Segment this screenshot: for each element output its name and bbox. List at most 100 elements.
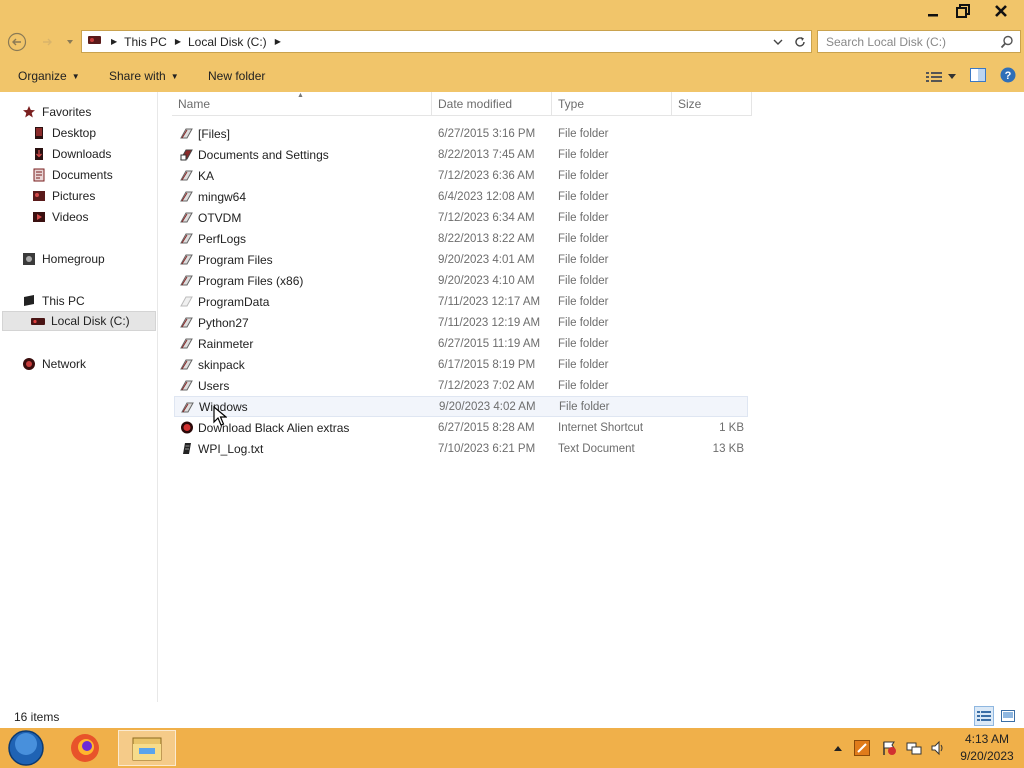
pc-location-icon xyxy=(87,34,103,49)
file-row[interactable]: mingw64 6/4/2023 12:08 AM File folder xyxy=(174,186,748,207)
nav-this-pc[interactable]: This PC xyxy=(22,291,85,311)
star-icon xyxy=(23,106,35,118)
preview-pane-button[interactable] xyxy=(970,68,986,85)
file-row[interactable]: OTVDM 7/12/2023 6:34 AM File folder xyxy=(174,207,748,228)
nav-network-label: Network xyxy=(42,357,87,371)
nav-desktop[interactable]: Desktop xyxy=(32,123,96,143)
breadcrumb-separator-icon[interactable]: ▶ xyxy=(275,37,281,46)
column-header-size[interactable]: Size xyxy=(672,92,752,116)
file-name: ProgramData xyxy=(198,294,270,309)
folder-icon xyxy=(180,275,193,286)
breadcrumb-separator-icon[interactable]: ▶ xyxy=(175,37,181,46)
file-date: 7/11/2023 12:17 AM xyxy=(438,295,541,308)
file-name: Program Files (x86) xyxy=(198,273,304,288)
forward-button[interactable] xyxy=(37,32,57,52)
search-input[interactable]: Search Local Disk (C:) xyxy=(817,30,1021,53)
refresh-button[interactable] xyxy=(789,36,811,48)
large-icons-view-button[interactable] xyxy=(998,706,1018,726)
tray-app-icon xyxy=(854,740,870,756)
organize-menu[interactable]: Organize ▼ xyxy=(18,69,80,83)
change-view-button[interactable] xyxy=(926,71,956,83)
file-row[interactable]: Documents and Settings 8/22/2013 7:45 AM… xyxy=(174,144,748,165)
file-row[interactable]: Users 7/12/2023 7:02 AM File folder xyxy=(174,375,748,396)
nav-videos-label: Videos xyxy=(52,210,89,224)
folder-icon xyxy=(180,170,193,181)
nav-documents[interactable]: Documents xyxy=(32,165,113,185)
internet-shortcut-icon xyxy=(181,421,193,434)
folder-icon xyxy=(181,402,194,413)
file-row-hovered[interactable]: Windows 9/20/2023 4:02 AM File folder xyxy=(174,396,748,417)
large-icons-view-icon xyxy=(1001,710,1015,722)
file-type: File folder xyxy=(558,337,609,350)
file-row[interactable]: ProgramData 7/11/2023 12:17 AM File fold… xyxy=(174,291,748,312)
nav-local-disk[interactable]: Local Disk (C:) xyxy=(2,311,156,331)
file-row[interactable]: Python27 7/11/2023 12:19 AM File folder xyxy=(174,312,748,333)
item-count: 16 items xyxy=(14,710,60,724)
folder-shortcut-icon xyxy=(180,149,193,161)
breadcrumb-separator-icon[interactable]: ▶ xyxy=(111,37,117,46)
share-with-menu[interactable]: Share with ▼ xyxy=(109,69,179,83)
documents-icon xyxy=(33,168,45,182)
firefox-taskbar-button[interactable] xyxy=(64,730,106,766)
file-row[interactable]: Download Black Alien extras 6/27/2015 8:… xyxy=(174,417,748,438)
back-button[interactable] xyxy=(7,32,27,52)
nav-favorites[interactable]: Favorites xyxy=(22,102,91,122)
speaker-icon xyxy=(931,740,943,756)
show-hidden-icons-button[interactable] xyxy=(828,744,848,752)
new-folder-button[interactable]: New folder xyxy=(208,69,265,83)
address-bar[interactable]: ▶ This PC ▶ Local Disk (C:) ▶ xyxy=(81,30,812,53)
nav-downloads[interactable]: Downloads xyxy=(32,144,111,164)
file-date: 8/22/2013 7:45 AM xyxy=(438,148,535,161)
nav-videos[interactable]: Videos xyxy=(32,207,88,227)
taskbar-clock[interactable]: 4:13 AM 9/20/2023 xyxy=(950,731,1024,765)
start-orb-icon xyxy=(8,730,44,766)
column-header-date[interactable]: Date modified xyxy=(432,92,552,116)
chevron-up-icon xyxy=(834,746,842,751)
file-name: Python27 xyxy=(198,315,249,330)
action-center-button[interactable] xyxy=(876,740,902,756)
details-view-button[interactable] xyxy=(974,706,994,726)
file-explorer-icon xyxy=(132,737,162,761)
file-explorer-taskbar-button[interactable] xyxy=(118,730,176,766)
file-row[interactable]: Program Files (x86) 9/20/2023 4:10 AM Fi… xyxy=(174,270,748,291)
network-status-button[interactable] xyxy=(902,740,926,756)
clock-time: 4:13 AM xyxy=(964,732,1010,746)
file-list: Name ▲ Date modified Type Size [Files] 6… xyxy=(160,92,1024,704)
close-icon xyxy=(995,5,1007,17)
column-type-label: Type xyxy=(558,96,585,111)
help-icon: ? xyxy=(1000,67,1016,83)
breadcrumb-this-pc[interactable]: This PC xyxy=(124,35,167,49)
minimize-icon xyxy=(928,14,938,17)
start-button[interactable] xyxy=(4,730,48,766)
preview-pane-icon xyxy=(970,68,986,82)
minimize-button[interactable] xyxy=(918,0,948,22)
column-header-type[interactable]: Type xyxy=(552,92,672,116)
help-button[interactable]: ? xyxy=(1000,67,1016,86)
file-row[interactable]: skinpack 6/17/2015 8:19 PM File folder xyxy=(174,354,748,375)
close-button[interactable] xyxy=(978,0,1024,22)
address-dropdown-button[interactable] xyxy=(767,38,789,46)
file-row[interactable]: Rainmeter 6/27/2015 11:19 AM File folder xyxy=(174,333,748,354)
file-name: [Files] xyxy=(198,126,231,141)
file-size: 1 KB xyxy=(719,421,744,434)
file-size: 13 KB xyxy=(712,442,744,455)
nav-pictures[interactable]: Pictures xyxy=(32,186,95,206)
recent-locations-button[interactable] xyxy=(63,32,77,52)
file-date: 7/12/2023 6:36 AM xyxy=(438,169,535,182)
restore-button[interactable] xyxy=(948,0,978,22)
navigation-pane: Favorites Desktop Downloads Documents Pi… xyxy=(0,92,158,702)
file-row[interactable]: Program Files 9/20/2023 4:01 AM File fol… xyxy=(174,249,748,270)
breadcrumb-local-disk[interactable]: Local Disk (C:) xyxy=(188,35,267,49)
tray-app-button[interactable] xyxy=(848,740,876,756)
volume-button[interactable] xyxy=(926,740,950,756)
file-row[interactable]: WPI_Log.txt 7/10/2023 6:21 PM Text Docum… xyxy=(174,438,748,459)
file-date: 6/17/2015 8:19 PM xyxy=(438,358,536,371)
file-date: 7/11/2023 12:19 AM xyxy=(438,316,541,329)
nav-homegroup[interactable]: Homegroup xyxy=(22,249,105,269)
file-row[interactable]: PerfLogs 8/22/2013 8:22 AM File folder xyxy=(174,228,748,249)
nav-network[interactable]: Network xyxy=(22,354,86,374)
view-switcher xyxy=(974,706,1018,726)
file-row[interactable]: [Files] 6/27/2015 3:16 PM File folder xyxy=(174,123,748,144)
file-row[interactable]: KA 7/12/2023 6:36 AM File folder xyxy=(174,165,748,186)
nav-downloads-label: Downloads xyxy=(52,147,112,161)
